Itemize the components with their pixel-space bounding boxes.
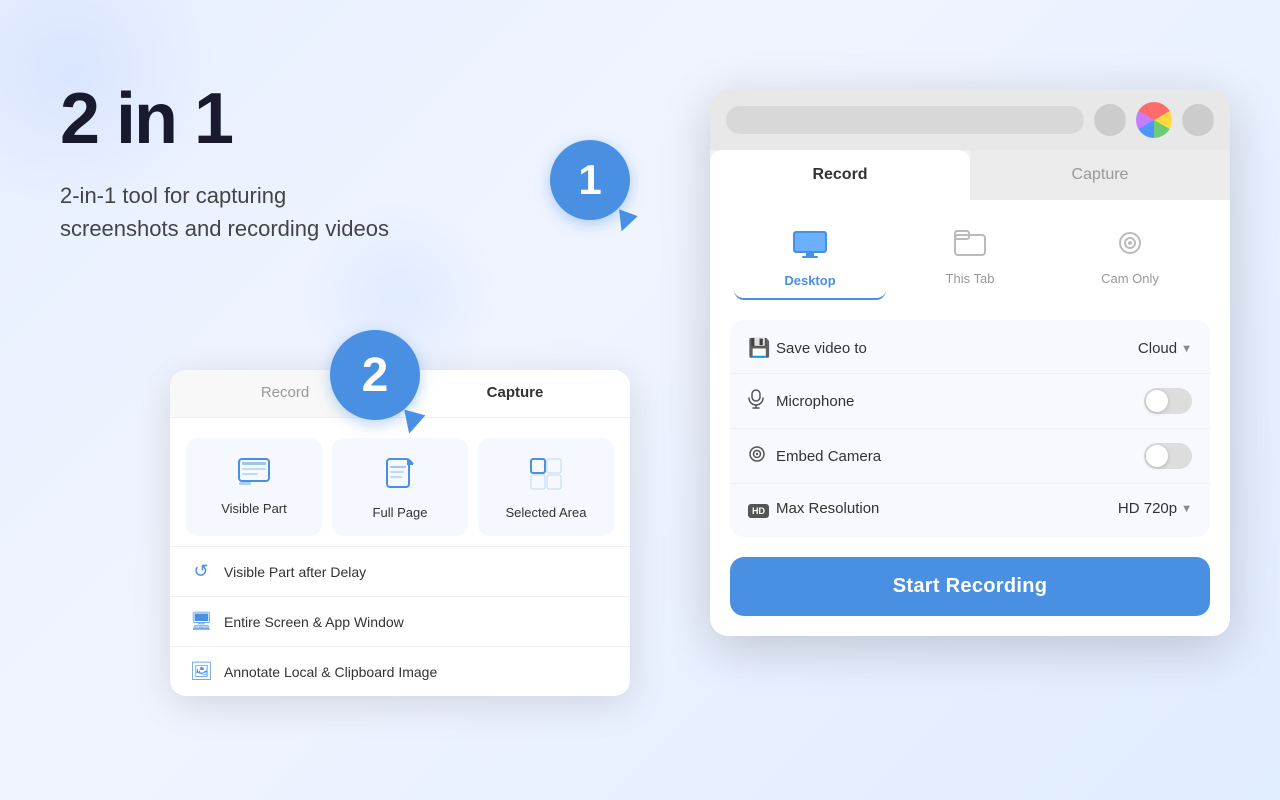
embed-camera-label: Embed Camera bbox=[776, 448, 1144, 465]
annotate-icon: 🖼 bbox=[190, 661, 212, 682]
capture-option-visible-part[interactable]: Visible Part bbox=[186, 438, 322, 536]
panel-tabs: Record Capture bbox=[710, 150, 1230, 200]
resolution-caret: ▼ bbox=[1181, 503, 1192, 515]
annotate-label: Annotate Local & Clipboard Image bbox=[224, 664, 437, 680]
source-tab-cam-only[interactable]: Cam Only bbox=[1054, 220, 1206, 300]
selected-area-icon bbox=[490, 458, 602, 497]
microphone-icon bbox=[748, 389, 776, 414]
delay-icon: ↺ bbox=[190, 561, 212, 582]
save-video-caret: ▼ bbox=[1181, 343, 1192, 355]
microphone-toggle[interactable] bbox=[1144, 388, 1192, 414]
capture-list-delay[interactable]: ↺ Visible Part after Delay bbox=[170, 546, 630, 596]
subtitle: 2-in-1 tool for capturingscreenshots and… bbox=[60, 179, 560, 245]
source-tab-this-tab[interactable]: This Tab bbox=[894, 220, 1046, 300]
hero-section: 2 in 1 2-in-1 tool for capturingscreensh… bbox=[60, 80, 560, 245]
setting-row-microphone: Microphone bbox=[730, 374, 1210, 429]
cam-only-icon bbox=[1115, 230, 1145, 263]
chrome-button-1[interactable] bbox=[1094, 104, 1126, 136]
source-tab-desktop[interactable]: Desktop bbox=[734, 220, 886, 300]
capture-option-selected-area[interactable]: Selected Area bbox=[478, 438, 614, 536]
record-panel: Record Capture Desktop bbox=[710, 90, 1230, 636]
step-badge-1: 1 bbox=[550, 140, 630, 220]
embed-camera-toggle[interactable] bbox=[1144, 443, 1192, 469]
this-tab-icon bbox=[954, 230, 986, 263]
delay-label: Visible Part after Delay bbox=[224, 564, 366, 580]
setting-row-embed-camera: Embed Camera bbox=[730, 429, 1210, 484]
setting-row-save-video: 💾 Save video to Cloud ▼ bbox=[730, 324, 1210, 374]
embed-camera-icon bbox=[748, 445, 776, 468]
save-video-label: Save video to bbox=[776, 340, 1138, 357]
desktop-icon bbox=[792, 230, 828, 265]
start-recording-button[interactable]: Start Recording bbox=[730, 557, 1210, 616]
step-badge-2: 2 bbox=[330, 330, 420, 420]
visible-part-label: Visible Part bbox=[198, 501, 310, 516]
visible-part-icon bbox=[198, 458, 310, 493]
full-page-icon bbox=[344, 458, 456, 497]
selected-area-label: Selected Area bbox=[490, 505, 602, 520]
screen-icon: 🖥 bbox=[190, 611, 212, 632]
max-resolution-value[interactable]: HD 720p ▼ bbox=[1118, 500, 1192, 517]
desktop-label: Desktop bbox=[784, 273, 835, 288]
screen-label: Entire Screen & App Window bbox=[224, 614, 404, 630]
capture-list-screen[interactable]: 🖥 Entire Screen & App Window bbox=[170, 596, 630, 646]
app-icon bbox=[1136, 102, 1172, 138]
panel-body: Desktop This Tab bbox=[710, 200, 1230, 636]
settings-area: 💾 Save video to Cloud ▼ Micropho bbox=[730, 320, 1210, 537]
main-title: 2 in 1 bbox=[60, 80, 560, 159]
this-tab-label: This Tab bbox=[946, 271, 995, 286]
setting-row-max-resolution: HD Max Resolution HD 720p ▼ bbox=[730, 484, 1210, 533]
capture-options-row: Visible Part Full Page bbox=[170, 418, 630, 546]
save-video-icon: 💾 bbox=[748, 338, 776, 359]
max-resolution-label: Max Resolution bbox=[776, 500, 1118, 517]
capture-tab-capture[interactable]: Capture bbox=[400, 370, 630, 417]
full-page-label: Full Page bbox=[344, 505, 456, 520]
window-chrome bbox=[710, 90, 1230, 150]
source-tabs: Desktop This Tab bbox=[730, 220, 1210, 300]
capture-panel: Record Capture Visible Part bbox=[170, 370, 630, 696]
capture-list-annotate[interactable]: 🖼 Annotate Local & Clipboard Image bbox=[170, 646, 630, 696]
capture-option-full-page[interactable]: Full Page bbox=[332, 438, 468, 536]
microphone-label: Microphone bbox=[776, 393, 1144, 410]
panel-tab-record[interactable]: Record bbox=[710, 150, 970, 200]
chrome-search-bar bbox=[726, 106, 1084, 134]
panel-tab-capture[interactable]: Capture bbox=[970, 150, 1230, 200]
max-resolution-icon: HD bbox=[748, 498, 776, 519]
chrome-button-2[interactable] bbox=[1182, 104, 1214, 136]
cam-only-label: Cam Only bbox=[1101, 271, 1159, 286]
save-video-value[interactable]: Cloud ▼ bbox=[1138, 340, 1192, 357]
